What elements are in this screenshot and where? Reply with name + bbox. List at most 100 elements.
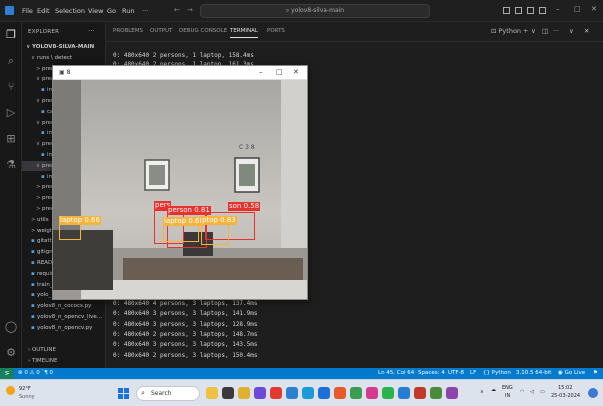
command-center-search[interactable]: ⌕ yolov8-silva-main [200, 4, 430, 18]
menu-go[interactable]: Go [107, 7, 116, 15]
tab-debug-console[interactable]: DEBUG CONSOLE [179, 28, 227, 34]
clock-date[interactable]: 25-03-2024 [551, 393, 580, 399]
customize-layout-icon[interactable] [539, 7, 546, 14]
tab-ports[interactable]: PORTS [267, 28, 285, 34]
wifi-icon[interactable]: ◠ [520, 389, 524, 395]
whatsapp-icon[interactable] [382, 387, 394, 399]
folder-tree-item[interactable]: ∨ YOLOV8-SILVA-MAIN [22, 42, 105, 52]
store-icon[interactable] [302, 387, 314, 399]
detection-label-laptop: laptop 0.68 [163, 217, 205, 226]
menu-selection[interactable]: Selection [55, 7, 85, 15]
go-live-button[interactable]: ◉ Go Live [558, 370, 585, 376]
camera-maximize-button[interactable]: □ [276, 68, 283, 76]
menu-run[interactable]: Run [122, 7, 134, 15]
terminal-line: 0: 480x640 2 persons, 3 laptops, 148.7ms [113, 330, 258, 338]
outline-section[interactable]: › OUTLINE [28, 347, 56, 353]
search-icon[interactable]: ⌕ [4, 54, 18, 68]
new-terminal-button[interactable]: + [523, 27, 528, 35]
tree-item-label: train_ [37, 281, 53, 288]
teams-icon[interactable] [254, 387, 266, 399]
eol-status[interactable]: LF [470, 370, 476, 376]
files-icon[interactable]: ❐ [4, 28, 18, 42]
terminal-shell-selector[interactable]: ⊡ Python [491, 27, 521, 35]
office-icon[interactable] [334, 387, 346, 399]
source-control-icon[interactable]: ⑂ [4, 80, 18, 94]
testing-icon[interactable]: ⚗ [4, 158, 18, 172]
minimize-button[interactable]: – [556, 5, 560, 13]
vscode-taskbar-icon[interactable] [398, 387, 410, 399]
file-tree-item[interactable]: ▪ yolov8_n_opencv.py [22, 323, 105, 333]
back-arrow-icon[interactable]: ← [174, 6, 180, 14]
account-icon[interactable]: ◯ [4, 320, 18, 334]
layout-panel-icon[interactable] [515, 7, 522, 14]
search-icon: ⌕ [141, 389, 145, 397]
vscode-window: File Edit Selection View Go Run ··· ← → … [0, 0, 603, 406]
taskbar-search[interactable]: ⌕ Search [136, 386, 200, 401]
terminal-more-button[interactable]: ··· [553, 27, 559, 35]
close-panel-button[interactable]: ✕ [584, 27, 589, 35]
explorer-more-button[interactable]: ··· [88, 27, 95, 35]
tray-overflow-icon[interactable]: ∧ [480, 389, 484, 395]
python-interpreter[interactable]: 3.10.5 64-bit [516, 370, 551, 376]
volume-icon[interactable]: ◁ [530, 389, 534, 395]
terminal-line: 0: 480x640 3 persons, 3 laptops, 128.9ms [113, 320, 258, 328]
edge-icon[interactable] [286, 387, 298, 399]
clock-time[interactable]: 15:02 [558, 385, 572, 391]
language-indicator[interactable]: ENG [502, 385, 513, 391]
cursor-position[interactable]: Ln 45, Col 64 [378, 370, 414, 376]
tab-problems[interactable]: PROBLEMS [113, 28, 143, 34]
camera-window-titlebar[interactable]: ▣ 8 – □ ✕ [53, 66, 307, 80]
layout-sidebar-icon[interactable] [503, 7, 510, 14]
split-terminal-button[interactable]: ◫ [542, 27, 548, 35]
chrome-icon[interactable] [270, 387, 282, 399]
problems-status[interactable]: ⊗ 0 ⚠ 0 `¶ 0 [18, 370, 53, 376]
close-button[interactable]: ✕ [591, 5, 597, 13]
terminal-dropdown-button[interactable]: ∨ [531, 27, 536, 35]
detection-label-person: son 0.58 [228, 202, 261, 211]
camera-close-button[interactable]: ✕ [293, 68, 299, 76]
terminal-line: 0: 480x640 2 persons, 3 laptops, 150.4ms [113, 351, 258, 359]
detection-box-laptop [59, 224, 81, 240]
settings-gear-icon[interactable]: ⚙ [4, 346, 18, 360]
weather-temp[interactable]: 92°F [19, 386, 31, 392]
taskbar-search-label: Search [151, 390, 172, 397]
timeline-section[interactable]: › TIMELINE [28, 358, 57, 364]
app-icon-green[interactable] [350, 387, 362, 399]
layout-secondary-icon[interactable] [527, 7, 534, 14]
mail-icon[interactable] [318, 387, 330, 399]
menu-more[interactable]: ··· [142, 7, 148, 15]
app-icon-pink[interactable] [366, 387, 378, 399]
windows-start-icon[interactable] [118, 388, 130, 400]
file-tree-item[interactable]: ▪ yolov8_n_opencv_live... [22, 312, 105, 322]
cloud-icon[interactable]: ☁ [491, 387, 496, 393]
indentation-status[interactable]: Spaces: 4 [418, 370, 445, 376]
tab-terminal[interactable]: TERMINAL [230, 28, 258, 38]
maximize-panel-button[interactable]: ∨ [569, 27, 574, 35]
menu-file[interactable]: File [22, 7, 33, 15]
extensions-icon[interactable]: ⊞ [4, 132, 18, 146]
app-icon-purple[interactable] [446, 387, 458, 399]
forward-arrow-icon[interactable]: → [187, 6, 193, 14]
tree-item-label: yolo_ [37, 292, 52, 299]
python-taskbar-icon[interactable] [430, 387, 442, 399]
task-view-icon[interactable] [222, 387, 234, 399]
menu-edit[interactable]: Edit [37, 7, 50, 15]
encoding-status[interactable]: UTF-8 [448, 370, 464, 376]
file-tree-item[interactable]: ▪ yolov8_n_cococs.py [22, 301, 105, 311]
detection-label-laptop: laptop 0.66 [59, 216, 101, 225]
run-debug-icon[interactable]: ▷ [4, 106, 18, 120]
taskbar-widget-icon[interactable] [206, 387, 218, 399]
battery-icon[interactable]: ▭ [540, 389, 545, 395]
vscode-logo-icon [5, 6, 14, 15]
file-explorer-icon[interactable] [238, 387, 250, 399]
maximize-button[interactable]: □ [574, 5, 581, 13]
folder-tree-item[interactable]: ∨ runs \ detect [22, 53, 105, 63]
notification-bell-icon[interactable] [588, 388, 598, 398]
tab-output[interactable]: OUTPUT [150, 28, 172, 34]
notifications-icon[interactable]: ⚑ [593, 370, 598, 376]
language-mode[interactable]: {} Python [483, 370, 511, 376]
camera-minimize-button[interactable]: – [259, 68, 263, 76]
app-icon-red[interactable] [414, 387, 426, 399]
menu-view[interactable]: View [88, 7, 103, 15]
remote-indicator-icon[interactable]: ⪞ [0, 368, 14, 379]
